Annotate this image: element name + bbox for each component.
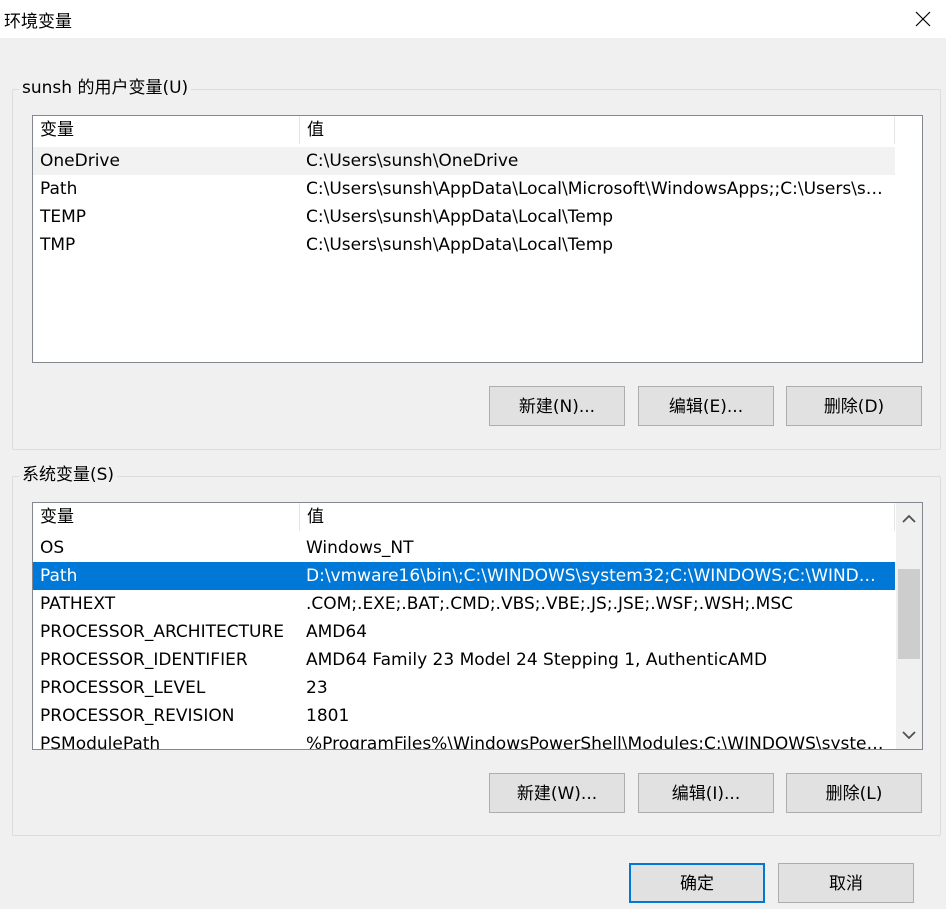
title-bar: 环境变量	[0, 0, 946, 38]
list-header: 变量 值	[33, 116, 895, 144]
user-row-onedrive[interactable]: OneDrive C:\Users\sunsh\OneDrive	[33, 147, 895, 175]
variable-name: PATHEXT	[40, 594, 116, 614]
column-header-value[interactable]: 值	[300, 116, 895, 144]
system-delete-button[interactable]: 删除(L)	[786, 773, 922, 813]
variable-value: D:\vmware16\bin\;C:\WINDOWS\system32;C:\…	[306, 566, 886, 586]
window-title: 环境变量	[4, 12, 72, 32]
variable-name: OS	[40, 538, 65, 558]
system-row-pathext[interactable]: PATHEXT .COM;.EXE;.BAT;.CMD;.VBS;.VBE;.J…	[33, 590, 895, 618]
user-row-tmp[interactable]: TMP C:\Users\sunsh\AppData\Local\Temp	[33, 231, 895, 259]
variable-name: PSModulePath	[40, 734, 161, 750]
chevron-down-icon	[902, 731, 916, 740]
variable-name: Path	[40, 179, 78, 199]
user-variables-label: sunsh 的用户变量(U)	[19, 78, 192, 98]
variable-name: TMP	[40, 235, 76, 255]
variable-name: Path	[40, 566, 78, 586]
column-header-variable[interactable]: 变量	[33, 503, 300, 531]
scroll-up-button[interactable]	[896, 505, 922, 533]
variable-value: .COM;.EXE;.BAT;.CMD;.VBS;.VBE;.JS;.JSE;.…	[306, 594, 794, 614]
variable-value: %ProgramFiles%\WindowsPowerShell\Modules…	[306, 734, 886, 750]
user-edit-button[interactable]: 编辑(E)...	[638, 386, 774, 426]
user-variables-list[interactable]: 变量 值 OneDrive C:\Users\sunsh\OneDrive Pa…	[32, 115, 923, 363]
variable-value: 1801	[306, 706, 350, 726]
variable-value: Windows_NT	[306, 538, 414, 558]
cancel-button[interactable]: 取消	[778, 863, 914, 903]
variable-name: PROCESSOR_ARCHITECTURE	[40, 622, 284, 642]
user-row-path[interactable]: Path C:\Users\sunsh\AppData\Local\Micros…	[33, 175, 895, 203]
system-variables-list[interactable]: 变量 值 OS Windows_NT Path D:\vmware16\bin\…	[32, 502, 923, 750]
close-icon	[915, 11, 931, 27]
variable-name: PROCESSOR_REVISION	[40, 706, 235, 726]
user-new-button[interactable]: 新建(N)...	[489, 386, 625, 426]
close-button[interactable]	[900, 0, 946, 38]
system-row-os[interactable]: OS Windows_NT	[33, 534, 895, 562]
scrollbar-thumb[interactable]	[898, 569, 920, 659]
variable-value: 23	[306, 678, 328, 698]
system-row-path[interactable]: Path D:\vmware16\bin\;C:\WINDOWS\system3…	[33, 562, 895, 590]
variable-name: PROCESSOR_LEVEL	[40, 678, 206, 698]
chevron-up-icon	[902, 514, 916, 523]
system-row-psmodulepath[interactable]: PSModulePath %ProgramFiles%\WindowsPower…	[33, 730, 895, 750]
variable-value: AMD64	[306, 622, 368, 642]
system-row-processor-revision[interactable]: PROCESSOR_REVISION 1801	[33, 702, 895, 730]
system-row-processor-level[interactable]: PROCESSOR_LEVEL 23	[33, 674, 895, 702]
list-header: 变量 值	[33, 503, 895, 531]
system-list-scrollbar[interactable]	[896, 503, 922, 749]
variable-value: C:\Users\sunsh\OneDrive	[306, 151, 519, 171]
user-delete-button[interactable]: 删除(D)	[786, 386, 922, 426]
system-row-processor-architecture[interactable]: PROCESSOR_ARCHITECTURE AMD64	[33, 618, 895, 646]
variable-name: TEMP	[40, 207, 87, 227]
scroll-down-button[interactable]	[896, 721, 922, 749]
variable-value: AMD64 Family 23 Model 24 Stepping 1, Aut…	[306, 650, 768, 670]
ok-button[interactable]: 确定	[629, 863, 765, 903]
column-header-variable[interactable]: 变量	[33, 116, 300, 144]
variable-name: OneDrive	[40, 151, 120, 171]
variable-value: C:\Users\sunsh\AppData\Local\Microsoft\W…	[306, 179, 886, 199]
user-row-temp[interactable]: TEMP C:\Users\sunsh\AppData\Local\Temp	[33, 203, 895, 231]
variable-name: PROCESSOR_IDENTIFIER	[40, 650, 248, 670]
variable-value: C:\Users\sunsh\AppData\Local\Temp	[306, 235, 614, 255]
column-header-value[interactable]: 值	[300, 503, 895, 531]
system-variables-label: 系统变量(S)	[19, 465, 118, 485]
variable-value: C:\Users\sunsh\AppData\Local\Temp	[306, 207, 614, 227]
system-row-processor-identifier[interactable]: PROCESSOR_IDENTIFIER AMD64 Family 23 Mod…	[33, 646, 895, 674]
system-edit-button[interactable]: 编辑(I)...	[638, 773, 774, 813]
system-new-button[interactable]: 新建(W)...	[489, 773, 625, 813]
